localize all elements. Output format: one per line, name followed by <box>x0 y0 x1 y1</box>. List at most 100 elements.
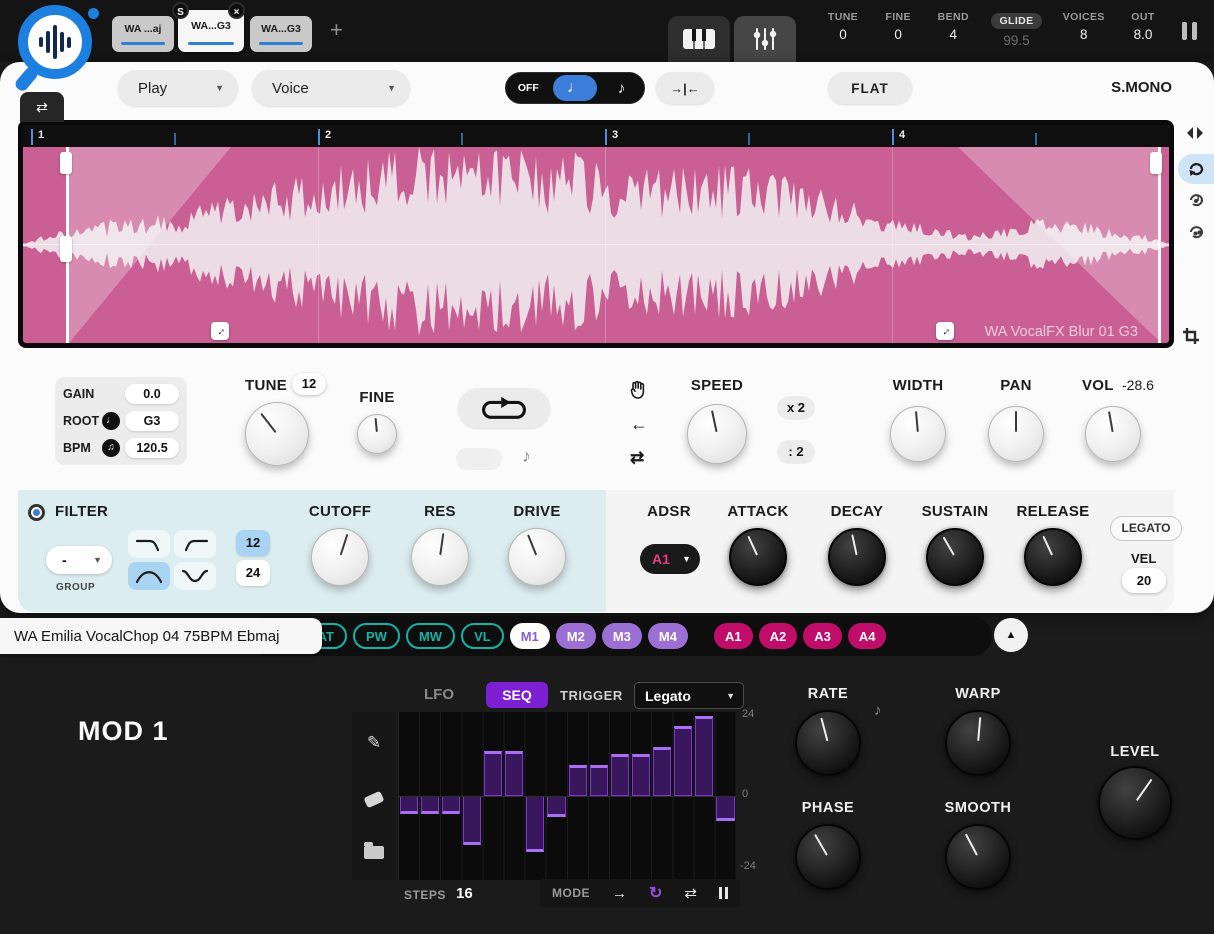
timeline-ruler[interactable]: 1234 <box>23 125 1169 147</box>
seq-step-2[interactable] <box>421 796 439 814</box>
mod-source-m1[interactable]: M1 <box>510 623 550 649</box>
param-value[interactable]: 4 <box>936 27 970 42</box>
mode-forward-button[interactable]: → <box>612 885 627 902</box>
mod-source-a1[interactable]: A1 <box>714 623 753 649</box>
fade-in-handle[interactable]: ↔ <box>211 322 229 340</box>
sync-triplet-button[interactable]: ♪ <box>599 73 644 103</box>
mode-hold-button[interactable] <box>719 887 728 899</box>
flat-button[interactable]: FLAT <box>828 72 912 104</box>
mod-source-m4[interactable]: M4 <box>648 623 688 649</box>
mod-source-m2[interactable]: M2 <box>556 623 596 649</box>
voice-mode-dropdown[interactable]: Voice ▼ <box>252 70 410 106</box>
pause-icon[interactable] <box>1182 22 1197 40</box>
seq-step-10[interactable] <box>590 765 608 797</box>
loop-length-pill[interactable] <box>456 448 502 470</box>
seq-step-6[interactable] <box>505 751 523 797</box>
seq-step-9[interactable] <box>569 765 587 797</box>
legato-button[interactable]: LEGATO <box>1110 516 1182 541</box>
end-marker-handle[interactable] <box>1150 152 1162 174</box>
mode-loop-button[interactable]: ↻ <box>649 883 662 903</box>
loop-tempo-icon[interactable] <box>1186 224 1206 245</box>
solo-badge[interactable]: S <box>172 2 189 19</box>
slope-24-button[interactable]: 24 <box>236 560 270 586</box>
root-value[interactable]: G3 <box>125 411 179 431</box>
bpm-value[interactable]: 120.5 <box>125 438 179 458</box>
seq-step-16[interactable] <box>716 796 734 821</box>
tab-lfo[interactable]: LFO <box>424 686 454 703</box>
filter-enable-toggle[interactable] <box>28 504 45 521</box>
mod-source-m3[interactable]: M3 <box>602 623 642 649</box>
seq-step-11[interactable] <box>611 754 629 796</box>
param-value[interactable]: 8 <box>1063 27 1105 42</box>
param-value[interactable]: 0 <box>881 27 915 42</box>
collapse-panel-button[interactable]: ▲ <box>994 618 1028 652</box>
note-sync-icon[interactable]: ♪ <box>522 446 531 467</box>
play-mode-dropdown[interactable]: Play ▼ <box>118 70 238 106</box>
filter-group-dropdown[interactable]: - ▼ <box>46 546 112 574</box>
loop-note-icon[interactable] <box>1186 192 1206 213</box>
keyboard-view-tab[interactable] <box>668 16 730 62</box>
sustain-knob[interactable] <box>926 528 984 586</box>
level-knob[interactable] <box>1098 766 1172 840</box>
pingpong-icon[interactable]: ⇄ <box>630 448 644 468</box>
eraser-tool-icon[interactable] <box>364 791 385 809</box>
warp-knob[interactable] <box>945 710 1011 776</box>
collapse-button[interactable]: →|← <box>656 72 714 104</box>
smooth-knob[interactable] <box>945 824 1011 890</box>
tune-value-badge[interactable]: 12 <box>292 373 326 395</box>
loop-toggle-button[interactable] <box>458 388 550 428</box>
rate-knob[interactable] <box>795 710 861 776</box>
res-knob[interactable] <box>411 528 469 586</box>
param-value[interactable]: 99.5 <box>991 33 1041 48</box>
preset-tab-3[interactable]: WA...G3 <box>250 16 312 52</box>
phase-knob[interactable] <box>795 824 861 890</box>
param-value[interactable]: 8.0 <box>1126 27 1160 42</box>
seq-step-3[interactable] <box>442 796 460 814</box>
param-label[interactable]: GLIDE <box>991 13 1041 29</box>
decay-knob[interactable] <box>828 528 886 586</box>
tab-seq[interactable]: SEQ <box>486 682 548 708</box>
cutoff-knob[interactable] <box>311 528 369 586</box>
tempo-icon[interactable]: ♫ <box>102 439 120 457</box>
clef-icon[interactable]: ♩ <box>102 412 120 430</box>
step-sequencer-grid[interactable] <box>398 712 736 880</box>
seq-step-12[interactable] <box>632 754 650 796</box>
filter-highpass-button[interactable] <box>174 530 216 558</box>
vel-value[interactable]: 20 <box>1122 568 1166 593</box>
mode-pingpong-button[interactable]: ⇄ <box>684 884 697 902</box>
trigger-dropdown[interactable]: Legato ▼ <box>634 682 744 709</box>
steps-value[interactable]: 16 <box>456 885 473 902</box>
crop-icon[interactable] <box>1182 327 1200 350</box>
vol-knob[interactable] <box>1085 406 1141 462</box>
seq-step-7[interactable] <box>526 796 544 852</box>
speed-half-button[interactable]: : 2 <box>777 440 815 464</box>
stretch-mode-icon[interactable] <box>1186 126 1204 145</box>
mod-source-mw[interactable]: MW <box>406 623 455 649</box>
mod-source-a2[interactable]: A2 <box>759 623 798 649</box>
gain-value[interactable]: 0.0 <box>125 384 179 404</box>
pencil-tool-icon[interactable]: ✎ <box>367 733 381 753</box>
attack-knob[interactable] <box>729 528 787 586</box>
speed-double-button[interactable]: x 2 <box>777 396 815 420</box>
reverse-icon[interactable]: ← <box>630 414 648 435</box>
filter-notch-button[interactable] <box>174 562 216 590</box>
preset-folder-icon[interactable] <box>364 846 384 859</box>
start-marker-grip[interactable] <box>60 236 72 262</box>
seq-step-5[interactable] <box>484 751 502 797</box>
preset-tab-1[interactable]: WA ...aj <box>112 16 174 52</box>
mod-source-a3[interactable]: A3 <box>803 623 842 649</box>
seq-step-1[interactable] <box>400 796 418 814</box>
rate-sync-note-icon[interactable]: ♪ <box>874 702 882 719</box>
seq-step-15[interactable] <box>695 716 713 797</box>
loaded-sample-chip[interactable]: WA Emilia VocalChop 04 75BPM Ebmaj <box>0 618 322 654</box>
seq-step-4[interactable] <box>463 796 481 845</box>
loop-mode-selected[interactable] <box>1178 154 1214 184</box>
tune-knob[interactable] <box>245 402 309 466</box>
sync-off-button[interactable]: OFF <box>506 73 551 103</box>
drag-hand-icon[interactable] <box>628 380 648 405</box>
mixer-view-tab[interactable] <box>734 16 796 62</box>
start-marker-handle[interactable] <box>60 152 72 174</box>
tab-close-icon[interactable]: × <box>228 2 245 19</box>
filter-lowpass-button[interactable] <box>128 530 170 558</box>
drive-knob[interactable] <box>508 528 566 586</box>
